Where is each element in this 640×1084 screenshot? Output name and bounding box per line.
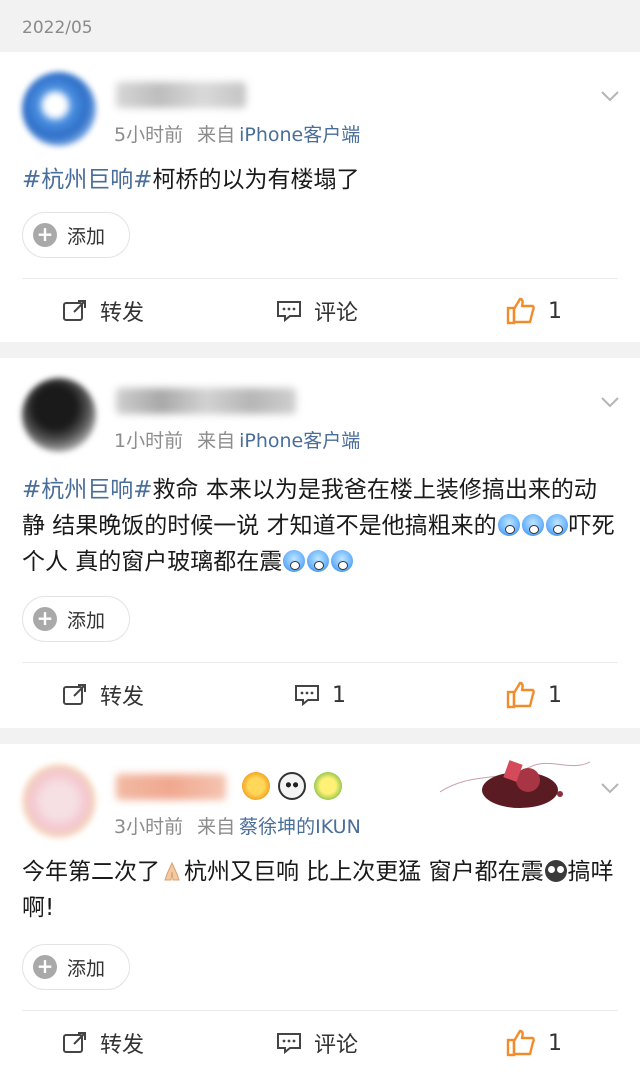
plus-icon: + — [33, 223, 57, 247]
post-time: 5小时前 — [114, 124, 184, 146]
comment-button[interactable]: 评论 — [276, 1018, 358, 1068]
post-card: 3小时前 来自 蔡徐坤的IKUN 今年第二次了 杭州又巨响 比上次更猛 窗户都在震 搞咩… — [0, 744, 640, 1084]
cheer-badge-icon[interactable] — [314, 772, 342, 800]
divider — [22, 278, 618, 279]
username-blurred[interactable] — [116, 82, 246, 108]
scared-emoji-icon — [545, 514, 568, 536]
crown-badge-icon[interactable] — [242, 772, 270, 800]
client-name[interactable]: iPhone客户端 — [239, 124, 360, 146]
repost-icon — [63, 684, 86, 705]
repost-button[interactable]: 转发 — [62, 670, 144, 720]
scared-emoji-icon — [307, 550, 330, 572]
source-label: 来自 — [197, 124, 236, 146]
post-time: 3小时前 — [114, 816, 184, 838]
post-text: 杭州又巨响 比上次更猛 窗户都在震 — [184, 859, 544, 885]
post-content: #杭州巨响#柯桥的以为有楼塌了 — [22, 162, 618, 198]
comment-label: 评论 — [314, 301, 359, 326]
scared-emoji-icon — [283, 550, 306, 572]
source-label: 来自 — [197, 816, 236, 838]
avatar[interactable] — [22, 72, 96, 146]
add-label: 添加 — [67, 225, 106, 248]
post-meta: 1小时前 来自 iPhone客户端 — [114, 426, 360, 453]
like-count: 1 — [548, 298, 562, 324]
badge-group — [242, 772, 342, 800]
scared-emoji-icon — [331, 550, 354, 572]
date-header: 2022/05 — [0, 0, 640, 50]
hashtag-link[interactable]: #杭州巨响# — [22, 167, 153, 193]
action-bar: 转发 评论 1 — [0, 1018, 640, 1068]
like-button[interactable]: 1 — [506, 670, 562, 720]
thumbs-up-icon — [506, 1029, 535, 1057]
like-button[interactable]: 1 — [506, 286, 562, 336]
username-blurred[interactable] — [116, 774, 226, 800]
comment-button[interactable]: 1 — [294, 670, 346, 720]
comment-button[interactable]: 评论 — [276, 286, 358, 336]
like-count: 1 — [548, 682, 562, 708]
panda-badge-icon[interactable] — [278, 772, 306, 800]
chevron-down-icon[interactable] — [600, 86, 620, 106]
speechless-emoji-icon — [544, 860, 567, 882]
pray-emoji-icon — [161, 857, 183, 881]
repost-button[interactable]: 转发 — [62, 1018, 144, 1068]
repost-button[interactable]: 转发 — [62, 286, 144, 336]
comment-icon — [277, 1033, 301, 1055]
client-name[interactable]: iPhone客户端 — [239, 430, 360, 452]
repost-icon — [63, 300, 86, 321]
divider — [22, 1010, 618, 1011]
action-bar: 转发 评论 1 — [0, 286, 640, 336]
repost-label: 转发 — [100, 301, 145, 326]
hashtag-link[interactable]: #杭州巨响# — [22, 477, 153, 503]
avatar[interactable] — [22, 378, 96, 452]
client-name[interactable]: 蔡徐坤的IKUN — [239, 816, 361, 838]
post-card: 1小时前 来自 iPhone客户端 #杭州巨响#救命 本来以为是我爸在楼上装修搞出来… — [0, 358, 640, 728]
thumbs-up-icon — [506, 681, 535, 709]
add-button[interactable]: + 添加 — [22, 944, 130, 990]
action-bar: 转发 1 1 — [0, 670, 640, 720]
scared-emoji-icon — [497, 514, 520, 536]
avatar[interactable] — [22, 764, 96, 838]
plus-icon: + — [33, 607, 57, 631]
repost-label: 转发 — [100, 1033, 145, 1058]
post-meta: 5小时前 来自 iPhone客户端 — [114, 120, 360, 147]
post-text: 今年第二次了 — [22, 859, 160, 885]
post-content: 今年第二次了 杭州又巨响 比上次更猛 窗户都在震 搞咩啊! — [22, 854, 618, 926]
post-text: 柯桥的以为有楼塌了 — [152, 167, 360, 193]
repost-label: 转发 — [100, 685, 145, 710]
source-label: 来自 — [197, 430, 236, 452]
post-meta: 3小时前 来自 蔡徐坤的IKUN — [114, 812, 361, 839]
like-count: 1 — [548, 1030, 562, 1056]
comment-icon — [277, 301, 301, 323]
add-button[interactable]: + 添加 — [22, 212, 130, 258]
divider — [22, 662, 618, 663]
add-label: 添加 — [67, 957, 106, 980]
plus-icon: + — [33, 955, 57, 979]
username-blurred[interactable] — [116, 388, 296, 414]
scared-emoji-icon — [521, 514, 544, 536]
add-button[interactable]: + 添加 — [22, 596, 130, 642]
comment-count: 1 — [332, 682, 346, 708]
comment-label: 评论 — [314, 1033, 359, 1058]
post-time: 1小时前 — [114, 430, 184, 452]
add-label: 添加 — [67, 609, 106, 632]
like-button[interactable]: 1 — [506, 1018, 562, 1068]
post-content: #杭州巨响#救命 本来以为是我爸在楼上装修搞出来的动静 结果晚饭的时候一说 才知… — [22, 472, 618, 580]
decorative-card-art — [440, 760, 590, 808]
thumbs-up-icon — [506, 297, 535, 325]
post-card: 5小时前 来自 iPhone客户端 #杭州巨响#柯桥的以为有楼塌了 + 添加 转发 评… — [0, 52, 640, 342]
repost-icon — [63, 1032, 86, 1053]
chevron-down-icon[interactable] — [600, 778, 620, 798]
comment-icon — [295, 685, 319, 707]
chevron-down-icon[interactable] — [600, 392, 620, 412]
